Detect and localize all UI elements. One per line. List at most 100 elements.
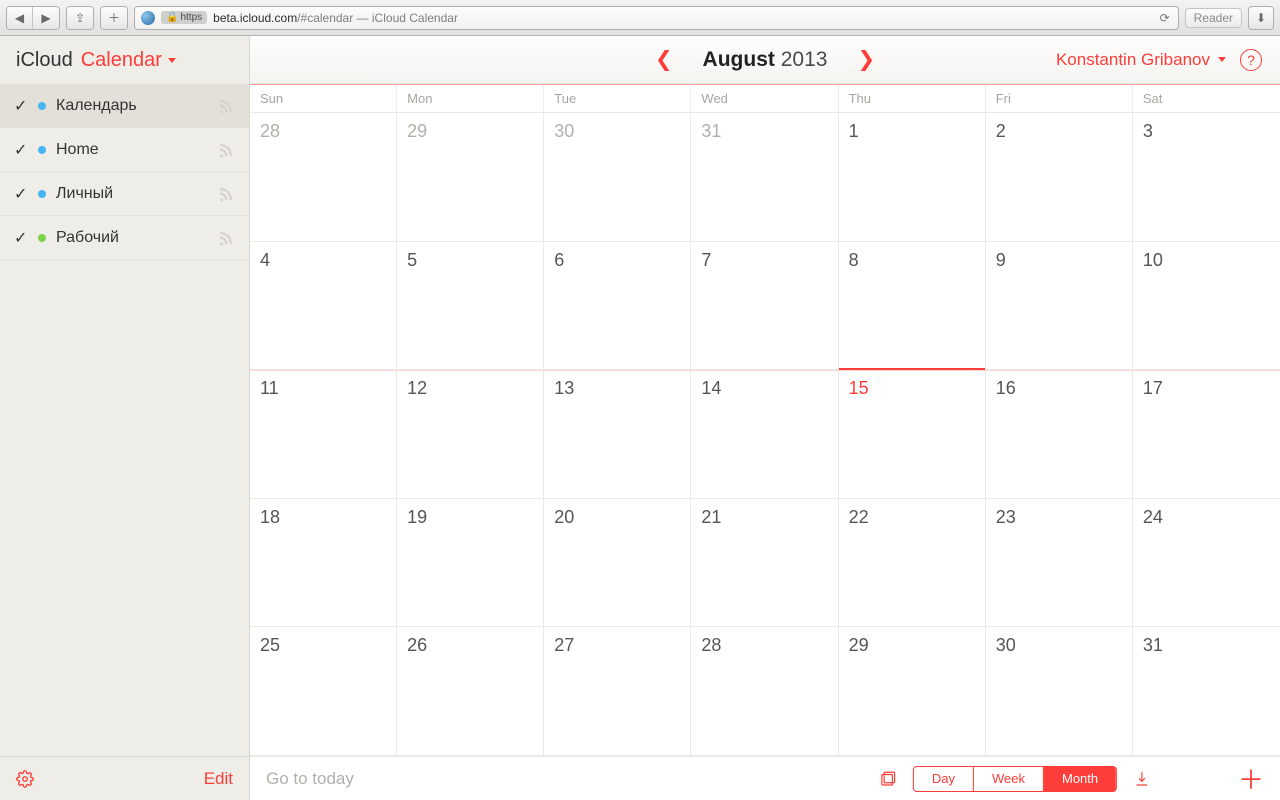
user-area: Konstantin Gribanov ? bbox=[1056, 49, 1262, 71]
export-icon[interactable] bbox=[1133, 770, 1151, 788]
day-number: 23 bbox=[996, 507, 1122, 528]
day-cell[interactable]: 1 bbox=[839, 113, 986, 242]
day-number: 11 bbox=[260, 378, 386, 399]
day-number: 29 bbox=[849, 635, 975, 656]
day-cell[interactable]: 8 bbox=[839, 242, 986, 371]
new-tab-button[interactable]: ＋ bbox=[101, 7, 127, 29]
share-rss-icon[interactable] bbox=[217, 229, 235, 247]
color-dot-icon bbox=[38, 234, 46, 242]
gear-icon[interactable] bbox=[16, 770, 34, 788]
day-cell[interactable]: 21 bbox=[691, 499, 838, 628]
day-cell[interactable]: 28 bbox=[691, 627, 838, 756]
day-cell[interactable]: 30 bbox=[544, 113, 691, 242]
reader-button[interactable]: Reader bbox=[1185, 8, 1242, 28]
chevron-down-icon bbox=[1218, 57, 1226, 62]
day-number: 28 bbox=[701, 635, 827, 656]
month-grid[interactable]: 2829303112345678910111213141516171819202… bbox=[250, 113, 1280, 756]
day-cell[interactable]: 17 bbox=[1133, 370, 1280, 499]
day-cell[interactable]: 23 bbox=[986, 499, 1133, 628]
view-month-button[interactable]: Month bbox=[1044, 767, 1116, 791]
today-row-line bbox=[544, 370, 690, 371]
day-number: 30 bbox=[554, 121, 680, 142]
today-row-line bbox=[986, 370, 1132, 371]
day-cell[interactable]: 15 bbox=[839, 370, 986, 499]
app-switcher[interactable]: Calendar bbox=[81, 49, 176, 72]
day-cell[interactable]: 2 bbox=[986, 113, 1133, 242]
today-row-line bbox=[397, 370, 543, 371]
share-rss-icon[interactable] bbox=[217, 97, 235, 115]
share-button[interactable]: ⇪ bbox=[67, 7, 93, 29]
sidebar-calendar-item[interactable]: ✓Home bbox=[0, 128, 249, 172]
day-cell[interactable]: 28 bbox=[250, 113, 397, 242]
day-number: 14 bbox=[701, 378, 827, 399]
sidebar-footer: Edit bbox=[0, 756, 249, 800]
day-cell[interactable]: 14 bbox=[691, 370, 838, 499]
view-day-button[interactable]: Day bbox=[914, 767, 974, 791]
downloads-button[interactable]: ⬇ bbox=[1248, 6, 1274, 30]
day-cell[interactable]: 29 bbox=[397, 113, 544, 242]
day-number: 8 bbox=[849, 250, 975, 271]
day-cell[interactable]: 11 bbox=[250, 370, 397, 499]
day-cell[interactable]: 22 bbox=[839, 499, 986, 628]
day-number: 30 bbox=[996, 635, 1122, 656]
footer-center: DayWeekMonth bbox=[879, 766, 1151, 792]
day-cell[interactable]: 5 bbox=[397, 242, 544, 371]
calendar-label: Календарь bbox=[56, 97, 137, 115]
day-number: 20 bbox=[554, 507, 680, 528]
day-cell[interactable]: 10 bbox=[1133, 242, 1280, 371]
day-cell[interactable]: 26 bbox=[397, 627, 544, 756]
day-cell[interactable]: 7 bbox=[691, 242, 838, 371]
nav-buttons: ◀ ▶ bbox=[6, 6, 60, 30]
day-number: 17 bbox=[1143, 378, 1270, 399]
day-cell[interactable]: 12 bbox=[397, 370, 544, 499]
check-icon: ✓ bbox=[14, 184, 28, 204]
day-cell[interactable]: 29 bbox=[839, 627, 986, 756]
sidebar-calendar-item[interactable]: ✓ Личный bbox=[0, 172, 249, 216]
day-cell[interactable]: 25 bbox=[250, 627, 397, 756]
weekday-label: Tue bbox=[544, 85, 691, 112]
sidebar-calendar-item[interactable]: ✓Рабочий bbox=[0, 216, 249, 260]
day-number: 4 bbox=[260, 250, 386, 271]
day-cell[interactable]: 31 bbox=[691, 113, 838, 242]
add-event-button[interactable]: ＋ bbox=[1238, 760, 1264, 797]
day-number: 21 bbox=[701, 507, 827, 528]
back-button[interactable]: ◀ bbox=[7, 7, 33, 29]
go-to-today-button[interactable]: Go to today bbox=[266, 769, 354, 789]
day-number: 16 bbox=[996, 378, 1122, 399]
prev-month-button[interactable]: ❮ bbox=[655, 47, 673, 72]
day-cell[interactable]: 3 bbox=[1133, 113, 1280, 242]
calendar-label: Личный bbox=[56, 185, 113, 203]
day-number: 6 bbox=[554, 250, 680, 271]
day-number: 25 bbox=[260, 635, 386, 656]
day-cell[interactable]: 6 bbox=[544, 242, 691, 371]
day-cell[interactable]: 18 bbox=[250, 499, 397, 628]
sidebar-calendar-item[interactable]: ✓Календарь bbox=[0, 84, 249, 128]
url-text: beta.icloud.com/#calendar — iCloud Calen… bbox=[213, 11, 458, 25]
day-cell[interactable]: 30 bbox=[986, 627, 1133, 756]
day-cell[interactable]: 4 bbox=[250, 242, 397, 371]
day-cell[interactable]: 16 bbox=[986, 370, 1133, 499]
forward-button[interactable]: ▶ bbox=[33, 7, 59, 29]
day-cell[interactable]: 31 bbox=[1133, 627, 1280, 756]
help-icon[interactable]: ? bbox=[1240, 49, 1262, 71]
day-cell[interactable]: 9 bbox=[986, 242, 1133, 371]
day-cell[interactable]: 24 bbox=[1133, 499, 1280, 628]
sidebar: iCloud Calendar ✓Календарь✓Home✓Личный✓Р… bbox=[0, 36, 250, 800]
day-number: 2 bbox=[996, 121, 1122, 142]
day-cell[interactable]: 20 bbox=[544, 499, 691, 628]
edit-button[interactable]: Edit bbox=[204, 769, 233, 789]
share-rss-icon[interactable] bbox=[217, 185, 235, 203]
share-rss-icon[interactable] bbox=[217, 141, 235, 159]
calendars-icon[interactable] bbox=[879, 770, 897, 788]
next-month-button[interactable]: ❯ bbox=[857, 47, 875, 72]
day-cell[interactable]: 27 bbox=[544, 627, 691, 756]
weekday-header: SunMonTueWedThuFriSat bbox=[250, 85, 1280, 113]
address-bar[interactable]: 🔒 https beta.icloud.com/#calendar — iClo… bbox=[134, 6, 1179, 30]
day-cell[interactable]: 13 bbox=[544, 370, 691, 499]
refresh-icon[interactable]: ⟳ bbox=[1158, 11, 1172, 25]
https-indicator: 🔒 https bbox=[161, 11, 207, 24]
day-cell[interactable]: 19 bbox=[397, 499, 544, 628]
user-menu[interactable]: Konstantin Gribanov bbox=[1056, 50, 1226, 70]
view-week-button[interactable]: Week bbox=[974, 767, 1044, 791]
check-icon: ✓ bbox=[14, 228, 28, 248]
